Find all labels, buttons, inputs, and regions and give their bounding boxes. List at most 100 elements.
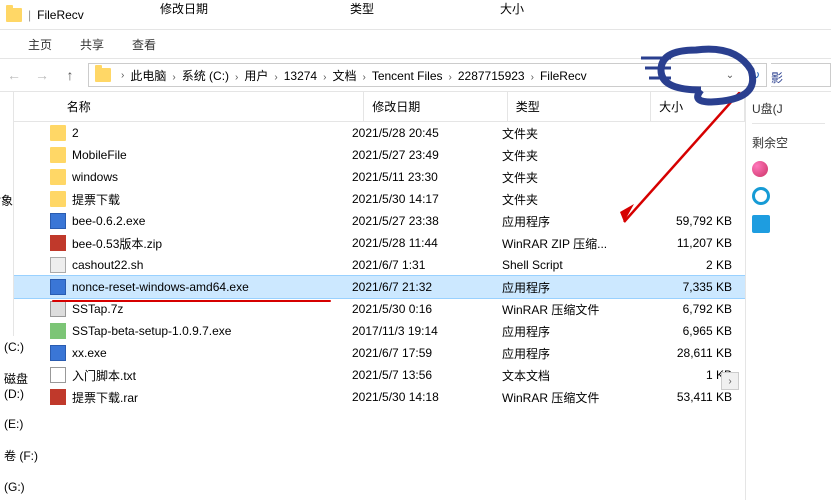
chevron-icon[interactable]: ›	[319, 72, 330, 83]
menu-share[interactable]: 共享	[80, 36, 104, 53]
file-row[interactable]: nonce-reset-windows-amd64.exe2021/6/7 21…	[14, 276, 745, 298]
breadcrumb-item[interactable]: 文档	[330, 69, 358, 83]
red-underline-annotation	[52, 300, 331, 302]
file-name: SSTap.7z	[72, 302, 123, 316]
hdr-size[interactable]: 大小	[651, 92, 745, 121]
file-date: 2021/6/7 17:59	[344, 346, 494, 360]
nav-back-button[interactable]: ←	[0, 61, 28, 89]
file-date: 2021/5/30 14:17	[344, 192, 494, 206]
chevron-icon[interactable]: ›	[527, 72, 538, 83]
hdr-type[interactable]: 类型	[508, 92, 651, 121]
folder-icon	[6, 8, 22, 22]
top-hdr-type: 类型	[310, 0, 460, 18]
file-row[interactable]: 提票下载 2021/5/30 14:17文件夹	[14, 188, 745, 210]
file-date: 2021/5/28 11:44	[344, 236, 494, 250]
file-size: 59,792 KB	[644, 214, 742, 228]
breadcrumb-item[interactable]: FileRecv	[538, 69, 589, 83]
drive-item[interactable]: (E:)	[4, 417, 42, 431]
breadcrumb-item[interactable]: 用户	[242, 69, 270, 83]
file-type: 文本文档	[494, 367, 644, 384]
hdr-date[interactable]: 修改日期	[364, 92, 507, 121]
file-row[interactable]: 提票下载.rar2021/5/30 14:18WinRAR 压缩文件53,411…	[14, 386, 745, 408]
file-date: 2021/6/7 1:31	[344, 258, 494, 272]
file-icon	[50, 191, 66, 207]
file-size: 53,411 KB	[644, 390, 742, 404]
drive-icon[interactable]	[752, 187, 770, 205]
file-name: xx.exe	[72, 346, 107, 360]
file-row[interactable]: 22021/5/28 20:45文件夹	[14, 122, 745, 144]
breadcrumb-item[interactable]: 2287715923	[456, 69, 527, 83]
file-icon	[50, 367, 66, 383]
drive-item[interactable]: (G:)	[4, 480, 42, 494]
file-icon	[50, 235, 66, 251]
file-row[interactable]: 入门脚本.txt2021/5/7 13:56文本文档1 KB	[14, 364, 745, 386]
file-type: 应用程序	[494, 279, 644, 296]
file-size: 6,965 KB	[644, 324, 742, 338]
file-icon	[50, 169, 66, 185]
file-date: 2017/11/3 19:14	[344, 324, 494, 338]
file-row[interactable]: MobileFile2021/5/27 23:49文件夹	[14, 144, 745, 166]
file-icon	[50, 323, 66, 339]
file-type: 应用程序	[494, 345, 644, 362]
file-type: 文件夹	[494, 191, 644, 208]
remain-label: 剩余空	[752, 134, 825, 151]
column-headers: 名称 修改日期 类型 大小	[14, 92, 745, 122]
dropdown-icon[interactable]: ⌄	[716, 61, 744, 89]
file-date: 2021/5/30 14:18	[344, 390, 494, 404]
file-icon	[50, 345, 66, 361]
breadcrumb-item[interactable]: 13274	[282, 69, 319, 83]
drive-item[interactable]: 卷 (F:)	[4, 447, 42, 464]
file-date: 2021/6/7 21:32	[344, 280, 494, 294]
file-name: bee-0.6.2.exe	[72, 214, 145, 228]
drive-item[interactable]: 磁盘 (D:)	[4, 370, 42, 401]
file-row[interactable]: SSTap-beta-setup-1.0.9.7.exe2017/11/3 19…	[14, 320, 745, 342]
file-type: WinRAR 压缩文件	[494, 301, 644, 318]
file-date: 2021/5/7 13:56	[344, 368, 494, 382]
file-size: 2 KB	[644, 258, 742, 272]
drive-icon[interactable]	[752, 215, 770, 233]
breadcrumb-item[interactable]: Tencent Files	[370, 69, 445, 83]
chevron-icon[interactable]: ›	[358, 72, 369, 83]
file-row[interactable]: bee-0.53版本.zip2021/5/28 11:44WinRAR ZIP …	[14, 232, 745, 254]
file-date: 2021/5/27 23:38	[344, 214, 494, 228]
chevron-icon[interactable]: ›	[117, 70, 128, 81]
nav-up-button[interactable]: ↑	[56, 61, 84, 89]
hdr-name[interactable]: 名称	[49, 92, 365, 121]
breadcrumb-item[interactable]: 系统 (C:)	[180, 69, 231, 83]
breadcrumb-box[interactable]: › 此电脑›系统 (C:)›用户›13274›文档›Tencent Files›…	[88, 63, 767, 87]
chevron-icon[interactable]: ›	[168, 72, 179, 83]
file-row[interactable]: bee-0.6.2.exe 2021/5/27 23:38应用程序59,792 K…	[14, 210, 745, 232]
chevron-icon[interactable]: ›	[445, 72, 456, 83]
breadcrumb-item[interactable]: 此电脑	[128, 69, 168, 83]
file-row[interactable]: windows 2021/5/11 23:30文件夹	[14, 166, 745, 188]
file-date: 2021/5/27 23:49	[344, 148, 494, 162]
file-name: MobileFile	[72, 148, 127, 162]
chevron-icon[interactable]: ›	[270, 72, 281, 83]
file-list-pane: 名称 修改日期 类型 大小 2 2021/5/28 20:45 文件夹 MobileF…	[14, 92, 745, 500]
chevron-icon[interactable]: ›	[231, 72, 242, 83]
file-icon	[50, 389, 66, 405]
file-date: 2021/5/28 20:45	[344, 126, 494, 140]
separator: |	[28, 8, 31, 22]
address-bar: ← → ↑ › 此电脑›系统 (C:)›用户›13274›文档›Tencent …	[0, 58, 831, 92]
file-name: 提票下载	[72, 191, 120, 208]
file-row[interactable]: xx.exe 2021/6/7 17:59应用程序28,611 KB	[14, 342, 745, 364]
menu-view[interactable]: 查看	[132, 36, 156, 53]
file-icon	[50, 213, 66, 229]
file-size: 6,792 KB	[644, 302, 742, 316]
file-type: 文件夹	[494, 169, 644, 186]
nav-fwd-button[interactable]: →	[28, 61, 56, 89]
file-name: 2	[72, 126, 79, 140]
folder-icon	[95, 68, 111, 82]
drive-icon[interactable]	[752, 161, 768, 177]
refresh-button[interactable]: ↻	[744, 68, 766, 82]
drive-item[interactable]: (C:)	[4, 340, 42, 354]
file-name: windows	[72, 170, 118, 184]
menu-home[interactable]: 主页	[28, 36, 52, 53]
scroll-right-button[interactable]: ›	[721, 372, 739, 390]
file-type: 应用程序	[494, 213, 644, 230]
file-row[interactable]: cashout22.sh2021/6/7 1:31Shell Script2 K…	[14, 254, 745, 276]
file-date: 2021/5/11 23:30	[344, 170, 494, 184]
file-size: 28,611 KB	[644, 346, 742, 360]
search-box[interactable]	[771, 63, 831, 87]
